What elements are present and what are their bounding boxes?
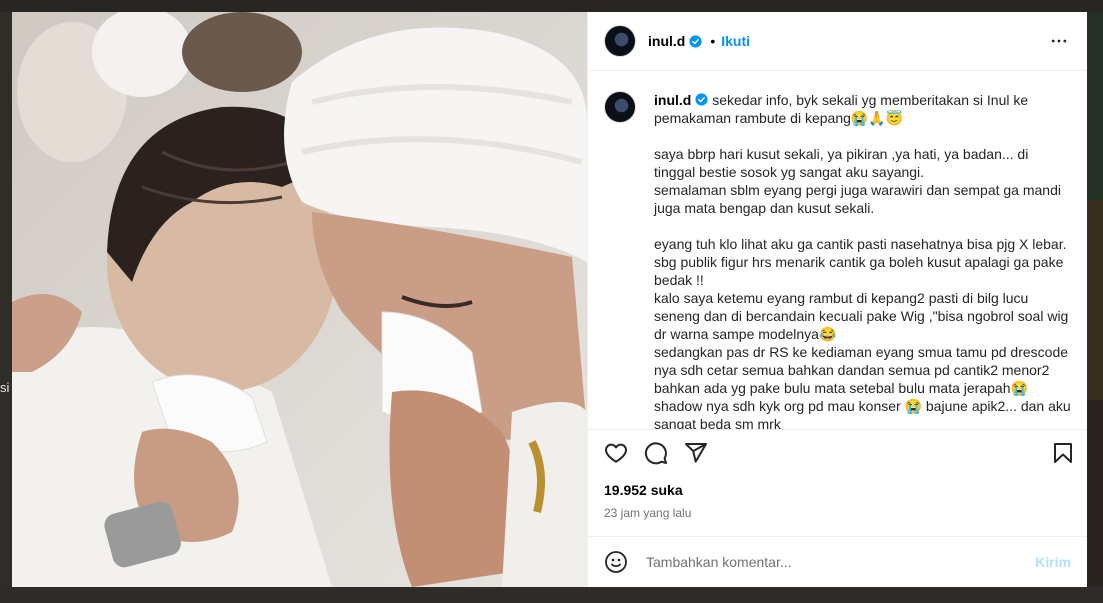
post-photo [12,12,587,587]
caption: inul.d sekedar info, byk sekali yg membe… [604,91,1071,429]
username[interactable]: inul.d [648,33,685,49]
verified-icon [695,93,708,106]
like-button[interactable] [604,441,628,465]
more-options-icon [1051,39,1067,43]
caption-username[interactable]: inul.d [654,92,691,108]
post-details-panel: inul.d • Ikuti inul.d sekedar info, byk … [587,12,1087,587]
bookmark-icon [1054,443,1072,463]
avatar[interactable] [604,25,636,57]
avatar[interactable] [604,91,636,123]
share-button[interactable] [684,441,708,465]
action-bar [588,429,1087,476]
emoji-icon [605,551,627,573]
like-count[interactable]: 19.952 suka [588,476,1087,498]
background-text: si [0,380,10,395]
post-modal: inul.d • Ikuti inul.d sekedar info, byk … [12,12,1087,587]
save-button[interactable] [1051,441,1075,465]
follow-button[interactable]: Ikuti [721,33,750,49]
comment-bar: Kirim [588,536,1087,587]
comment-icon [644,442,667,465]
comment-input[interactable] [644,553,1036,571]
separator-dot: • [710,33,716,49]
heart-icon [605,443,627,463]
post-timestamp[interactable]: 23 jam yang lalu [588,498,1087,520]
comment-button[interactable] [644,441,668,465]
share-icon [685,443,707,463]
comments-section[interactable]: inul.d sekedar info, byk sekali yg membe… [588,71,1087,429]
verified-icon [689,34,702,48]
caption-text: inul.d sekedar info, byk sekali yg membe… [654,91,1071,429]
post-comment-button[interactable]: Kirim [1035,554,1071,570]
post-image[interactable] [12,12,587,587]
emoji-button[interactable] [604,550,628,574]
post-header: inul.d • Ikuti [588,12,1087,71]
caption-body: sekedar info, byk sekali yg memberitakan… [654,92,1071,429]
more-options-button[interactable] [1047,29,1071,53]
